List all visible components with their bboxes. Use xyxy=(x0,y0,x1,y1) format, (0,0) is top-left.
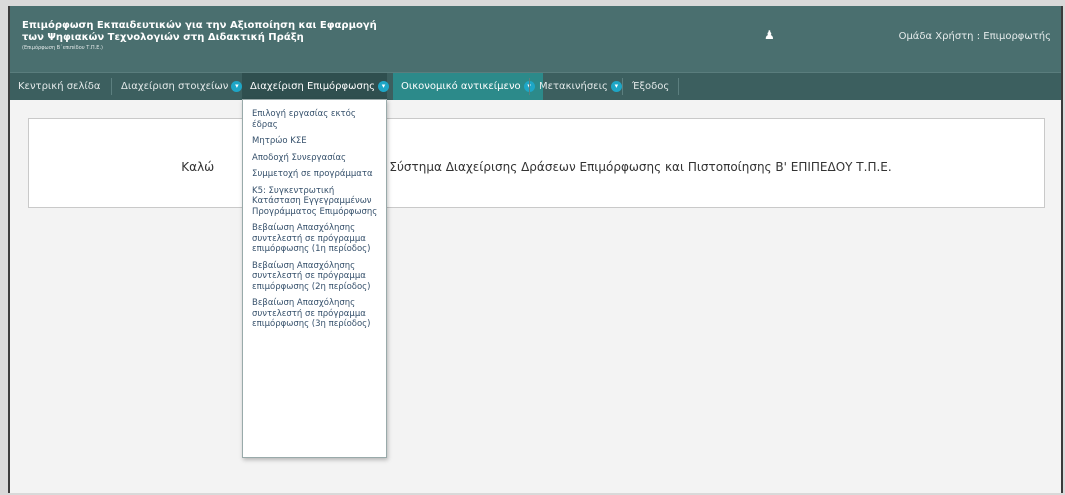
nav-divider xyxy=(111,78,112,95)
dropdown-item[interactable]: Βεβαίωση Απασχόλησης συντελεστή σε πρόγρ… xyxy=(243,261,386,293)
dropdown-item[interactable]: Αποδοχή Συνεργασίας xyxy=(243,153,386,164)
nav-travel-label: Μετακινήσεις xyxy=(539,81,608,92)
nav-data-management-label: Διαχείριση στοιχείων xyxy=(121,81,229,92)
welcome-text-left: Καλώ xyxy=(181,160,215,174)
chevron-down-icon: ▾ xyxy=(231,80,243,92)
user-group-label: Ομάδα Χρήστη : Επιμορφωτής xyxy=(898,31,1051,42)
app-header: Επιμόρφωση Εκπαιδευτικών για την Αξιοποί… xyxy=(10,6,1061,72)
nav-training-management-label: Διαχείριση Επιμόρφωσης xyxy=(250,81,376,92)
nav-divider xyxy=(678,78,679,95)
chevron-down-icon: ▾ xyxy=(610,80,622,92)
nav-data-management[interactable]: Διαχείριση στοιχείων ▾ xyxy=(113,73,250,100)
app-window: Επιμόρφωση Εκπαιδευτικών για την Αξιοποί… xyxy=(8,6,1063,493)
app-brand[interactable]: Επιμόρφωση Εκπαιδευτικών για την Αξιοποί… xyxy=(22,20,377,52)
brand-subtitle: (Επιμόρφωση Β΄επιπέδου Τ.Π.Ε.) xyxy=(22,45,103,51)
nav-travel[interactable]: Μετακινήσεις ▾ xyxy=(531,73,630,100)
nav-divider xyxy=(529,78,530,95)
nav-financial[interactable]: Οικονομικό αντικείμενο▾ xyxy=(393,73,543,100)
nav-financial-label: Οικονομικό αντικείμενο xyxy=(401,81,521,92)
nav-exit-label: Έξοδος xyxy=(632,81,670,92)
nav-home[interactable]: Κεντρική σελίδα xyxy=(10,73,108,100)
dropdown-item[interactable]: Κ5: Συγκεντρωτική Κατάσταση Εγγεγραμμένω… xyxy=(243,186,386,218)
training-management-dropdown: Επιλογή εργασίας εκτός έδρας Μητρώο ΚΣΕ … xyxy=(242,99,387,458)
brand-title-line2: των Ψηφιακών Τεχνολογιών στη Διδακτική Π… xyxy=(22,32,304,43)
welcome-text-right: ακό Σύστημα Διαχείρισης Δράσεων Επιμόρφω… xyxy=(363,160,892,174)
welcome-panel: Καλώ ακό Σύστημα Διαχείρισης Δράσεων Επιμ… xyxy=(28,118,1045,208)
dropdown-item[interactable]: Μητρώο ΚΣΕ xyxy=(243,136,386,147)
brand-title-line1: Επιμόρφωση Εκπαιδευτικών για την Αξιοποί… xyxy=(22,20,377,31)
nav-exit[interactable]: Έξοδος xyxy=(624,73,677,100)
welcome-message: Καλώ ακό Σύστημα Διαχείρισης Δράσεων Επιμ… xyxy=(29,160,1044,174)
dropdown-item[interactable]: Βεβαίωση Απασχόλησης συντελεστή σε πρόγρ… xyxy=(243,298,386,330)
main-navbar: Κεντρική σελίδα Διαχείριση στοιχείων ▾ Δι… xyxy=(10,72,1061,100)
dropdown-item[interactable]: Συμμετοχή σε προγράμματα xyxy=(243,169,386,180)
nav-home-label: Κεντρική σελίδα xyxy=(18,81,101,92)
nav-training-management[interactable]: Διαχείριση Επιμόρφωσης ▾ xyxy=(242,73,390,100)
chevron-down-icon: ▾ xyxy=(378,80,390,92)
dropdown-item[interactable]: Επιλογή εργασίας εκτός έδρας xyxy=(243,109,386,130)
user-icon[interactable]: ♟ xyxy=(764,28,775,42)
dropdown-item[interactable]: Βεβαίωση Απασχόλησης συντελεστή σε πρόγρ… xyxy=(243,223,386,255)
nav-divider xyxy=(622,78,623,95)
